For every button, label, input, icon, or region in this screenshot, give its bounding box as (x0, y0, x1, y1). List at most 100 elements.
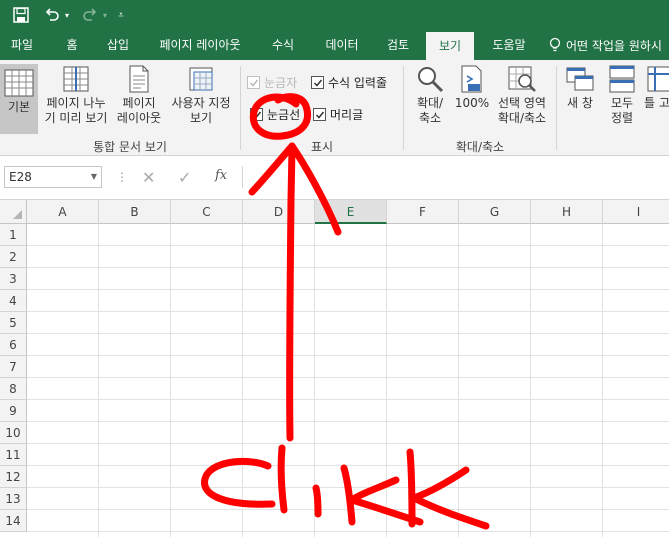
gridlines-check-icon (250, 108, 263, 121)
formula-bar-grip-icon: ⋮ (116, 170, 128, 184)
ribbon-tabs: 파일 홈 삽입 페이지 레이아웃 수식 데이터 검토 보기 도움말 어떤 작업을… (0, 30, 669, 60)
show-group-label: 표시 (310, 140, 334, 154)
row-header[interactable]: 2 (0, 246, 27, 268)
page-break-preview-label-2: 기 미리 보기 (44, 111, 108, 125)
row-header[interactable]: 7 (0, 356, 27, 378)
page-break-preview-label-1: 페이지 나누 (46, 96, 106, 110)
ruler-checkbox[interactable]: 눈금자 (247, 74, 297, 91)
column-header-d[interactable]: D (243, 200, 315, 224)
new-window-icon (566, 67, 594, 91)
page-break-preview-icon (63, 66, 89, 92)
zoom-to-selection-button[interactable]: 선택 영역 확대/축소 (492, 64, 552, 126)
row-header[interactable]: 10 (0, 422, 27, 444)
ruler-check-icon (247, 76, 260, 89)
tab-review[interactable]: 검토 (378, 30, 418, 60)
column-header-e[interactable]: E (315, 200, 387, 224)
tab-home[interactable]: 홈 (54, 30, 90, 60)
tab-data[interactable]: 데이터 (314, 30, 370, 60)
name-box[interactable]: E28 ▼ (4, 166, 102, 188)
row-header[interactable]: 1 (0, 224, 27, 246)
cell-area[interactable] (27, 224, 669, 537)
tab-formulas[interactable]: 수식 (262, 30, 304, 60)
formula-input[interactable] (242, 166, 669, 188)
row-header[interactable]: 6 (0, 334, 27, 356)
custom-views-icon (189, 67, 213, 91)
name-box-value: E28 (9, 170, 32, 184)
name-box-dropdown-icon[interactable]: ▼ (91, 167, 97, 187)
row-header[interactable]: 13 (0, 488, 27, 510)
formula-bar-label: 수식 입력줄 (328, 76, 388, 90)
zoom-label-2: 축소 (418, 111, 442, 125)
insert-function-button[interactable]: fx (215, 168, 227, 183)
magnifier-icon (418, 67, 444, 93)
page-layout-view-label-1: 페이지 (122, 96, 156, 110)
group-separator (403, 66, 404, 150)
column-header-a[interactable]: A (27, 200, 99, 224)
excel-window: ▾ ▾ ⩡ 파일 홈 삽입 페이지 레이아웃 수식 데이터 검토 보기 도움말 … (0, 0, 669, 537)
column-header-b[interactable]: B (99, 200, 171, 224)
zoom-100-button[interactable]: 100% (454, 64, 490, 111)
arrange-all-label-1: 모두 (610, 96, 634, 110)
gridlines-checkbox[interactable]: 눈금선 (250, 106, 300, 123)
column-header-h[interactable]: H (531, 200, 603, 224)
confirm-entry-icon[interactable]: ✓ (178, 168, 191, 187)
zoom-button[interactable]: 확대/ 축소 (410, 64, 450, 126)
customize-qat-icon[interactable]: ⩡ (114, 4, 128, 26)
undo-dropdown-icon[interactable]: ▾ (62, 4, 72, 26)
row-header[interactable]: 3 (0, 268, 27, 290)
cancel-entry-icon[interactable]: ✕ (142, 168, 155, 187)
column-header-i[interactable]: I (603, 200, 669, 224)
zoom-100-icon (461, 65, 482, 93)
zoom-label-1: 확대/ (416, 96, 444, 110)
arrange-all-button[interactable]: 모두 정렬 (604, 64, 640, 126)
quick-access-toolbar: ▾ ▾ ⩡ (0, 0, 669, 30)
row-header[interactable]: 12 (0, 466, 27, 488)
row-header[interactable]: 9 (0, 400, 27, 422)
new-window-label: 새 창 (567, 96, 593, 110)
page-break-preview-button[interactable]: 페이지 나누 기 미리 보기 (42, 64, 110, 126)
freeze-panes-label: 틀 고 (644, 96, 669, 110)
workbook-views-group-label: 통합 문서 보기 (93, 140, 167, 154)
page-layout-view-button[interactable]: 페이지 레이아웃 (114, 64, 164, 126)
arrange-all-label-2: 정렬 (610, 111, 634, 125)
undo-icon[interactable] (42, 4, 62, 26)
headings-check-icon (313, 108, 326, 121)
formula-bar-checkbox[interactable]: 수식 입력줄 (311, 74, 387, 91)
tab-page-layout[interactable]: 페이지 레이아웃 (148, 30, 252, 60)
zoom-100-label: 100% (454, 96, 490, 110)
arrange-all-icon (609, 65, 635, 93)
tab-insert[interactable]: 삽입 (98, 30, 138, 60)
tab-view[interactable]: 보기 (426, 32, 474, 60)
normal-view-label: 기본 (7, 100, 31, 114)
select-all-button[interactable] (0, 200, 27, 224)
save-icon[interactable] (10, 4, 32, 26)
headings-checkbox[interactable]: 머리글 (313, 106, 363, 123)
normal-view-icon (4, 69, 34, 97)
zoom-to-selection-label-1: 선택 영역 (498, 96, 546, 110)
column-header-c[interactable]: C (171, 200, 243, 224)
tell-me-search[interactable]: 어떤 작업을 원하시 (548, 30, 662, 60)
custom-views-button[interactable]: 사용자 지정 보기 (166, 64, 236, 126)
custom-views-label-2: 보기 (189, 111, 213, 125)
zoom-to-selection-label-2: 확대/축소 (497, 111, 547, 125)
normal-view-button[interactable]: 기본 (0, 64, 38, 134)
redo-icon[interactable] (80, 4, 100, 26)
tab-file[interactable]: 파일 (0, 30, 44, 60)
column-header-g[interactable]: G (459, 200, 531, 224)
freeze-panes-icon (647, 66, 669, 92)
worksheet-grid: A B C D E F G H I 1 2 3 4 5 6 7 8 9 10 1… (0, 200, 669, 537)
page-layout-view-label-2: 레이아웃 (116, 111, 162, 125)
tab-help[interactable]: 도움말 (480, 30, 538, 60)
new-window-button[interactable]: 새 창 (562, 64, 598, 111)
row-header[interactable]: 5 (0, 312, 27, 334)
group-separator (556, 66, 557, 150)
row-header[interactable]: 8 (0, 378, 27, 400)
row-header[interactable]: 14 (0, 510, 27, 532)
tell-me-label: 어떤 작업을 원하시 (566, 38, 662, 53)
row-header[interactable]: 4 (0, 290, 27, 312)
freeze-panes-button[interactable]: 틀 고 (644, 64, 669, 111)
row-header[interactable]: 11 (0, 444, 27, 466)
column-header-f[interactable]: F (387, 200, 459, 224)
formula-bar-check-icon (311, 76, 324, 89)
redo-dropdown-icon[interactable]: ▾ (100, 4, 110, 26)
